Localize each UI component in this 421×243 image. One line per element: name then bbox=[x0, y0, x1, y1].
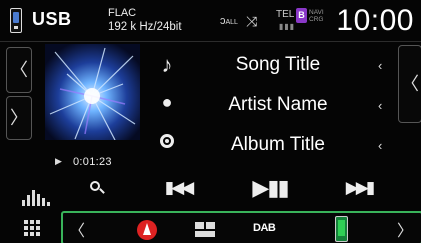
tel-status: TEL bbox=[276, 9, 295, 20]
album-title: Album Title bbox=[231, 134, 325, 155]
tile bbox=[206, 222, 215, 229]
repeat-all-icon[interactable]: ↄALL bbox=[220, 15, 238, 27]
tile bbox=[195, 222, 204, 229]
eq-bar bbox=[27, 195, 30, 206]
right-panel-open-button[interactable]: 〈 bbox=[398, 45, 421, 123]
eq-bar bbox=[37, 194, 40, 206]
device-status-line1: NAVI bbox=[309, 9, 324, 16]
format-detail: 192 k Hz/24bit bbox=[108, 21, 182, 33]
elapsed-time: 0:01:23 bbox=[73, 156, 112, 168]
status-bar: USB FLAC 192 k Hz/24bit ↄALL ⤨ TEL ▮▮▮ B… bbox=[0, 0, 421, 42]
eq-bar bbox=[32, 190, 35, 206]
song-title-scroll-button[interactable]: ‹ bbox=[378, 58, 382, 73]
album-art-image bbox=[45, 44, 140, 140]
grid-dot bbox=[30, 220, 34, 224]
navigation-icon[interactable] bbox=[137, 220, 157, 240]
shortcut-scroll-right-button[interactable]: 〉 bbox=[397, 217, 413, 241]
bluetooth-icon: B bbox=[296, 8, 307, 23]
audio-format: FLAC 192 k Hz/24bit bbox=[108, 6, 182, 34]
grid-dot bbox=[24, 232, 28, 236]
artist-name: Artist Name bbox=[228, 94, 328, 115]
media-player-screen: USB FLAC 192 k Hz/24bit ↄALL ⤨ TEL ▮▮▮ B… bbox=[0, 0, 421, 243]
signal-battery-icon: ▮▮▮ bbox=[279, 22, 296, 31]
play-pause-button[interactable]: ▶▮▮ bbox=[246, 174, 294, 202]
format-codec: FLAC bbox=[108, 7, 137, 19]
phone-icon[interactable] bbox=[335, 216, 348, 242]
menu-grid-icon[interactable] bbox=[24, 220, 40, 236]
repeat-label: ALL bbox=[225, 19, 238, 26]
song-title: Song Title bbox=[235, 54, 321, 75]
eq-bar bbox=[47, 202, 50, 206]
next-track-button[interactable]: ▶▶▮ bbox=[338, 174, 380, 202]
previous-track-button[interactable]: ▮◀◀ bbox=[157, 174, 199, 202]
source-label[interactable]: USB bbox=[32, 9, 72, 30]
album-art bbox=[45, 44, 140, 140]
album-disc-icon bbox=[160, 134, 174, 148]
clock: 10:00 bbox=[336, 4, 414, 37]
eq-bar bbox=[42, 198, 45, 206]
shuffle-icon[interactable]: ⤨ bbox=[246, 13, 257, 30]
album-title-scroll-button[interactable]: ‹ bbox=[378, 138, 382, 153]
left-panel-prev-button[interactable]: 〈 bbox=[6, 47, 32, 93]
artist-person-icon: ● bbox=[161, 92, 173, 112]
artist-name-scroll-button[interactable]: ‹ bbox=[378, 98, 382, 113]
usb-source-icon[interactable] bbox=[10, 8, 22, 33]
grid-dot bbox=[30, 232, 34, 236]
shortcut-bar: 〈 DAB 〉 bbox=[61, 211, 421, 243]
song-note-icon: ♪ bbox=[161, 52, 173, 77]
search-icon[interactable] bbox=[86, 174, 108, 202]
equalizer-icon[interactable] bbox=[22, 178, 50, 206]
device-status-line2: CRG bbox=[309, 16, 324, 23]
grid-dot bbox=[24, 220, 28, 224]
grid-dot bbox=[36, 220, 40, 224]
play-icon: ▶ bbox=[55, 156, 62, 166]
tile bbox=[195, 231, 215, 237]
dab-icon[interactable]: DAB bbox=[253, 222, 276, 234]
eq-bar bbox=[22, 200, 25, 206]
grid-dot bbox=[36, 232, 40, 236]
grid-dot bbox=[30, 226, 34, 230]
grid-dot bbox=[24, 226, 28, 230]
grid-dot bbox=[36, 226, 40, 230]
left-panel-next-button[interactable]: 〉 bbox=[6, 96, 32, 140]
device-status: NAVI CRG bbox=[309, 9, 324, 23]
tiles-icon[interactable] bbox=[195, 222, 217, 238]
search-handle bbox=[99, 188, 105, 194]
shortcut-scroll-left-button[interactable]: 〈 bbox=[69, 217, 85, 241]
